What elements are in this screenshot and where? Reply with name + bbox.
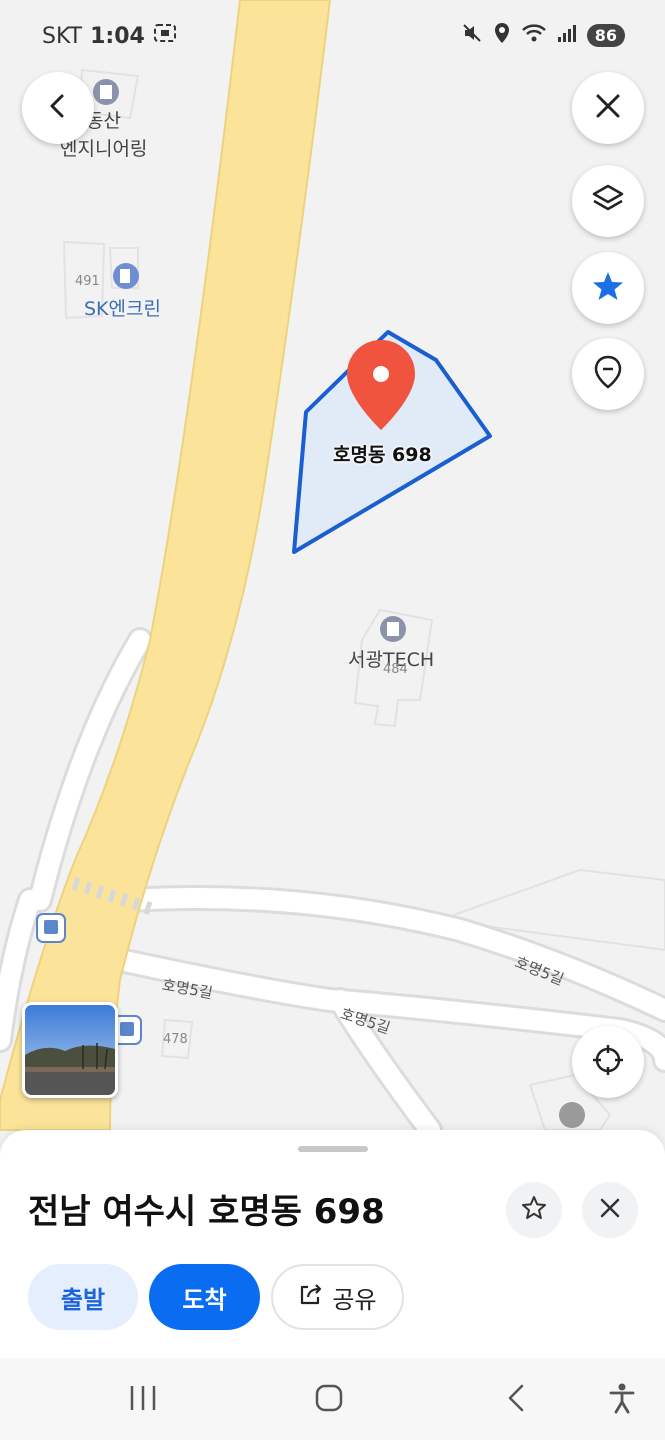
lot-number: 484 — [383, 662, 408, 677]
share-label: 공유 — [332, 1285, 377, 1314]
close-icon — [599, 1197, 621, 1223]
favorites-button[interactable] — [572, 252, 644, 324]
accessibility-button[interactable] — [600, 1378, 644, 1422]
crosshair-icon — [591, 1043, 625, 1081]
back-button[interactable] — [22, 72, 94, 144]
lot-number: 478 — [163, 1032, 188, 1047]
status-left: SKT 1:04 — [42, 22, 177, 50]
star-icon — [591, 269, 625, 307]
wifi-icon — [521, 22, 547, 48]
sheet-drag-handle[interactable] — [298, 1146, 368, 1152]
poi-label-sk-enclean[interactable]: SK엔크린 — [84, 294, 161, 321]
signal-icon — [557, 22, 577, 48]
place-bottom-sheet: 전남 여수시 호명동 698 출발 도착 공유 — [0, 1130, 665, 1358]
location-pin-icon — [593, 355, 623, 393]
share-button[interactable]: 공유 — [271, 1264, 404, 1330]
layers-button[interactable] — [572, 165, 644, 237]
close-icon — [594, 92, 622, 124]
system-nav-bar — [0, 1358, 665, 1440]
set-start-button[interactable]: 출발 — [28, 1264, 138, 1330]
recent-apps-button[interactable] — [121, 1378, 165, 1422]
address-title: 전남 여수시 호명동 698 — [28, 1192, 385, 1232]
set-destination-button[interactable]: 도착 — [149, 1264, 260, 1330]
mute-icon — [461, 22, 483, 48]
star-outline-icon — [520, 1194, 548, 1226]
current-location-button[interactable] — [572, 1026, 644, 1098]
status-bar: SKT 1:04 86 — [0, 0, 665, 72]
arrive-label: 도착 — [182, 1285, 227, 1314]
carrier-label: SKT — [42, 23, 83, 49]
recent-apps-icon — [128, 1384, 158, 1416]
start-label: 출발 — [60, 1285, 106, 1314]
bookmark-button[interactable] — [506, 1182, 562, 1238]
system-back-button[interactable] — [494, 1378, 538, 1422]
accessibility-icon — [608, 1382, 636, 1418]
sheet-close-button[interactable] — [582, 1182, 638, 1238]
lot-number: 491 — [75, 274, 100, 289]
clock-time: 1:04 — [90, 23, 145, 49]
back-icon — [504, 1383, 528, 1417]
home-icon — [314, 1383, 344, 1417]
screenshot-icon — [153, 22, 177, 50]
status-right: 86 — [461, 22, 625, 48]
layers-icon — [591, 182, 625, 220]
home-button[interactable] — [307, 1378, 351, 1422]
roadview-thumbnail[interactable] — [22, 1002, 118, 1098]
chevron-left-icon — [44, 92, 72, 124]
location-status-icon — [493, 22, 511, 48]
close-button[interactable] — [572, 72, 644, 144]
location-pin-button[interactable] — [572, 338, 644, 410]
share-icon — [298, 1281, 324, 1313]
selected-parcel-label: 호명동 698 — [333, 444, 432, 466]
battery-indicator: 86 — [586, 23, 625, 47]
